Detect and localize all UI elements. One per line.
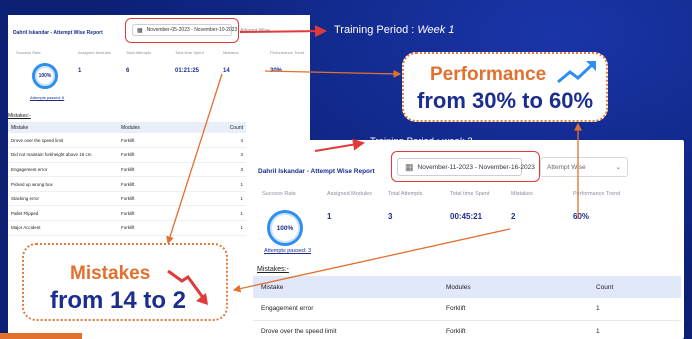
week1-label-performance: Performance Trend [270,50,305,55]
table-row: Major Accident Forklift 1 [8,220,246,236]
table-row: Engagement error Forklift 3 [8,162,246,178]
week3-performance-value: 60% [573,212,590,221]
performance-callout-subtitle: from 30% to 60% [417,88,594,113]
week1-mistakes-heading: Mistakes:- [8,113,31,119]
week1-performance-value: 30% [270,68,283,74]
header-count: Count [588,276,681,298]
table-row: Picked up wrong box Forklift 1 [8,176,246,192]
week3-view-select[interactable]: Attempt Wise ⌄ [540,157,628,177]
cell-count: 1 [218,176,246,192]
week3-label-assigned-modules: Assigned Modules [327,191,372,197]
week3-success-rate-ring: 100% [267,210,303,246]
week3-label-success-rate: Success Rate [262,191,296,197]
table-header-row: Mistake Modules Count [253,276,681,298]
week3-assigned-modules-value: 1 [327,212,332,221]
cell-mistake: Stacking error [8,191,118,207]
week3-attempts-passed-link[interactable]: Attempts passed: 3 [264,248,311,254]
cell-mistake: Engagement error [8,162,118,178]
cell-module: Forklift [118,205,218,222]
week3-label-total-attempts: Total Attempts [388,191,423,197]
table-row: Drove over the speed limit Forklift 4 [8,133,246,149]
chevron-down-icon: ⌄ [295,28,300,34]
header-modules: Modules [118,122,218,133]
table-row: Drove over the speed limit Forklift 1 [253,320,681,339]
week1-assigned-modules-value: 1 [78,68,82,74]
training-period-week: week 3 [442,136,473,147]
week1-attempts-passed-link[interactable]: Attempts passed: 6 [30,95,64,100]
training-period-prefix: Training Period : [334,24,418,36]
training-period-week: Week 1 [417,24,455,36]
cell-mistake: Picked up wrong box [8,176,118,192]
cell-count: 4 [218,133,246,149]
week3-mistakes-table: Mistake Modules Count Engagement error Fo… [253,276,681,339]
cell-count: 3 [218,147,246,163]
header-count: Count [218,122,246,133]
cell-count: 1 [218,220,246,236]
training-period-prefix: Training Period : [370,136,442,147]
mistakes-callout-title: Mistakes [70,263,151,284]
cell-mistake: Drove over the speed limit [8,133,118,149]
header-mistake: Mistake [8,122,118,133]
cell-module: Forklift [118,133,218,149]
cell-mistake: Drove over the speed limit [253,320,438,339]
cell-count: 1 [588,298,681,321]
accent-bar [0,333,82,339]
week1-view-select[interactable]: Attempt Wise ⌄ [240,26,300,36]
cell-count: 1 [588,320,681,339]
performance-callout: Performance from 30% to 60% [402,52,608,122]
week3-label-performance: Performance Trend [573,191,621,197]
week1-total-attempts-value: 6 [126,68,130,74]
cell-module: Forklift [438,320,588,339]
week3-label-mistakes: Mistakes [511,191,533,197]
mistakes-callout: Mistakes from 14 to 2 [22,243,228,321]
week1-date-highlight [125,18,239,43]
week1-label-assigned-modules: Assigned Modules [78,50,111,55]
cell-module: Forklift [118,162,218,178]
mistakes-callout-subtitle: from 14 to 2 [50,287,187,314]
week3-view-select-value: Attempt Wise [547,163,586,171]
week3-mistakes-value: 2 [511,212,516,221]
training-period-week3-label: Training Period : week 3 [370,136,472,147]
week3-report-panel: Dahril Iskandar - Attempt Wise Report ▦ … [250,140,684,339]
week3-report-title: Dahril Iskandar - Attempt Wise Report [258,168,375,175]
cell-mistake: Did not maintain forkheight above 15 cm [8,147,118,163]
table-row: Did not maintain forkheight above 15 cm F… [8,147,246,163]
cell-module: Forklift [118,147,218,163]
training-period-week1-label: Training Period : Week 1 [334,24,454,36]
week1-report-title: Dahril Iskandar - Attempt Wise Report [13,30,103,36]
cell-count: 1 [218,205,246,222]
cell-module: Forklift [438,298,588,321]
cell-mistake: Engagement error [253,298,438,321]
week1-label-total-attempts: Total Attempts [126,50,152,55]
week1-total-time-value: 01:21:25 [175,68,200,74]
cell-module: Forklift [118,220,218,236]
cell-count: 1 [218,191,246,207]
table-header-row: Mistake Modules Count [8,122,246,133]
week1-view-select-value: Attempt Wise [240,28,270,34]
table-row: Stacking error Forklift 1 [8,191,246,207]
week1-mistakes-table: Mistake Modules Count Drove over the spe… [8,122,246,236]
cell-module: Forklift [118,191,218,207]
performance-callout-title: Performance [430,64,547,85]
table-row: Pallet Flipped Forklift 1 [8,205,246,222]
week1-label-mistakes: Mistakes [223,50,239,55]
chevron-down-icon: ⌄ [615,164,621,171]
table-row: Engagement error Forklift 1 [253,298,681,321]
cell-count: 3 [218,162,246,178]
trend-up-icon [557,61,596,84]
header-modules: Modules [438,276,588,298]
week3-date-highlight [391,151,540,182]
cell-module: Forklift [118,176,218,192]
week3-label-total-time: Total time Spent [450,191,490,197]
week3-mistakes-heading: Mistakes:- [257,266,289,273]
header-mistake: Mistake [253,276,438,298]
week3-total-time-value: 00:45:21 [450,212,483,221]
cell-mistake: Major Accident [8,220,118,236]
week1-success-rate-ring: 100% [32,63,58,89]
week1-label-success-rate: Success Rate [16,50,41,55]
cell-mistake: Pallet Flipped [8,205,118,222]
week3-total-attempts-value: 3 [388,212,393,221]
week1-mistakes-value: 14 [223,68,230,74]
week1-label-total-time: Total time Spent [175,50,204,55]
